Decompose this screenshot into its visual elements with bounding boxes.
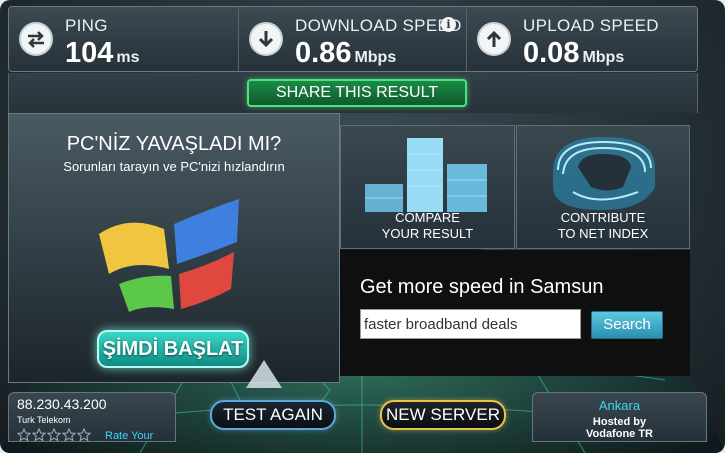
upload-stat: UPLOAD SPEED 0.08 Mbps [467, 7, 699, 71]
download-value: 0.86 [295, 37, 352, 69]
download-label: DOWNLOAD SPEED [295, 16, 462, 35]
gauge-needle-icon [246, 360, 282, 388]
download-unit: Mbps [354, 49, 397, 66]
isp-info-box: 88.230.43.200 Turk Telekom Rate Your [8, 392, 176, 442]
contribute-tile[interactable]: CONTRIBUTE TO NET INDEX [516, 125, 690, 249]
upload-value-row: 0.08 Mbps [523, 37, 624, 70]
speedtest-app: PING 104 ms DOWNLOAD SPEED i 0.86 Mbps UPL… [0, 0, 725, 453]
compare-result-tile[interactable]: COMPARE YOUR RESULT [340, 125, 515, 249]
ping-value: 104 [65, 37, 114, 69]
ad-title: PC'NİZ YAVAŞLADI MI? [66, 133, 282, 155]
server-info-box: Ankara Hosted by Vodafone TR [532, 392, 707, 442]
info-icon[interactable]: i [441, 17, 456, 32]
ping-stat: PING 104 ms [9, 7, 239, 71]
ping-unit: ms [116, 49, 140, 66]
start-now-button[interactable]: ŞİMDİ BAŞLAT [97, 330, 249, 368]
download-arrow-icon [249, 22, 283, 56]
rating-stars[interactable] [17, 428, 91, 442]
compare-line2: YOUR RESULT [381, 226, 474, 241]
upload-arrow-icon [477, 22, 511, 56]
share-bar: SHARE THIS RESULT [8, 73, 698, 113]
ping-arrows-icon [19, 22, 53, 56]
upload-value: 0.08 [523, 37, 580, 69]
windows-logo-icon [99, 199, 239, 312]
results-stats-bar: PING 104 ms DOWNLOAD SPEED i 0.86 Mbps UPL… [8, 6, 698, 72]
contribute-line1: CONTRIBUTE [560, 210, 646, 225]
share-result-button[interactable]: SHARE THIS RESULT [247, 79, 467, 107]
download-value-row: 0.86 Mbps [295, 37, 396, 70]
ad-panel[interactable]: PC'NİZ YAVAŞLADI MI? Sorunları tarayın v… [8, 113, 340, 383]
ping-value-row: 104 ms [65, 37, 140, 70]
search-title: Get more speed in Samsun [360, 276, 604, 298]
server-host: Hosted by Vodafone TR [533, 416, 706, 440]
net-index-cube-icon [553, 137, 655, 210]
star-icon[interactable] [62, 428, 76, 442]
bar-chart-icon [365, 138, 487, 212]
contribute-tile-label: CONTRIBUTE TO NET INDEX [517, 210, 689, 242]
contribute-line2: TO NET INDEX [557, 226, 649, 241]
ip-address: 88.230.43.200 [17, 396, 107, 412]
test-again-button[interactable]: TEST AGAIN [210, 400, 336, 430]
rate-your-isp-link[interactable]: Rate Your [105, 430, 153, 442]
compare-line1: COMPARE [395, 210, 460, 225]
download-stat: DOWNLOAD SPEED i 0.86 Mbps [239, 7, 467, 71]
compare-tile-label: COMPARE YOUR RESULT [341, 210, 514, 242]
hosted-by-label: Hosted by [592, 416, 647, 428]
search-button[interactable]: Search [591, 311, 663, 339]
upload-label: UPLOAD SPEED [523, 16, 659, 35]
broadband-search-panel: Get more speed in Samsun Search [340, 250, 690, 376]
star-icon[interactable] [17, 428, 31, 442]
ad-subtitle: Sorunları tarayın ve PC'nizi hızlandırın [63, 159, 285, 174]
server-city: Ankara [598, 398, 641, 413]
star-icon[interactable] [32, 428, 46, 442]
upload-unit: Mbps [582, 49, 625, 66]
new-server-button[interactable]: NEW SERVER [380, 400, 506, 430]
ping-label: PING [65, 16, 108, 35]
isp-name: Turk Telekom [17, 415, 71, 425]
bottom-bar: 88.230.43.200 Turk Telekom Rate Your TES… [8, 388, 713, 453]
star-icon[interactable] [77, 428, 91, 442]
star-icon[interactable] [47, 428, 61, 442]
host-name: Vodafone TR [585, 428, 653, 440]
search-input[interactable] [360, 309, 581, 339]
